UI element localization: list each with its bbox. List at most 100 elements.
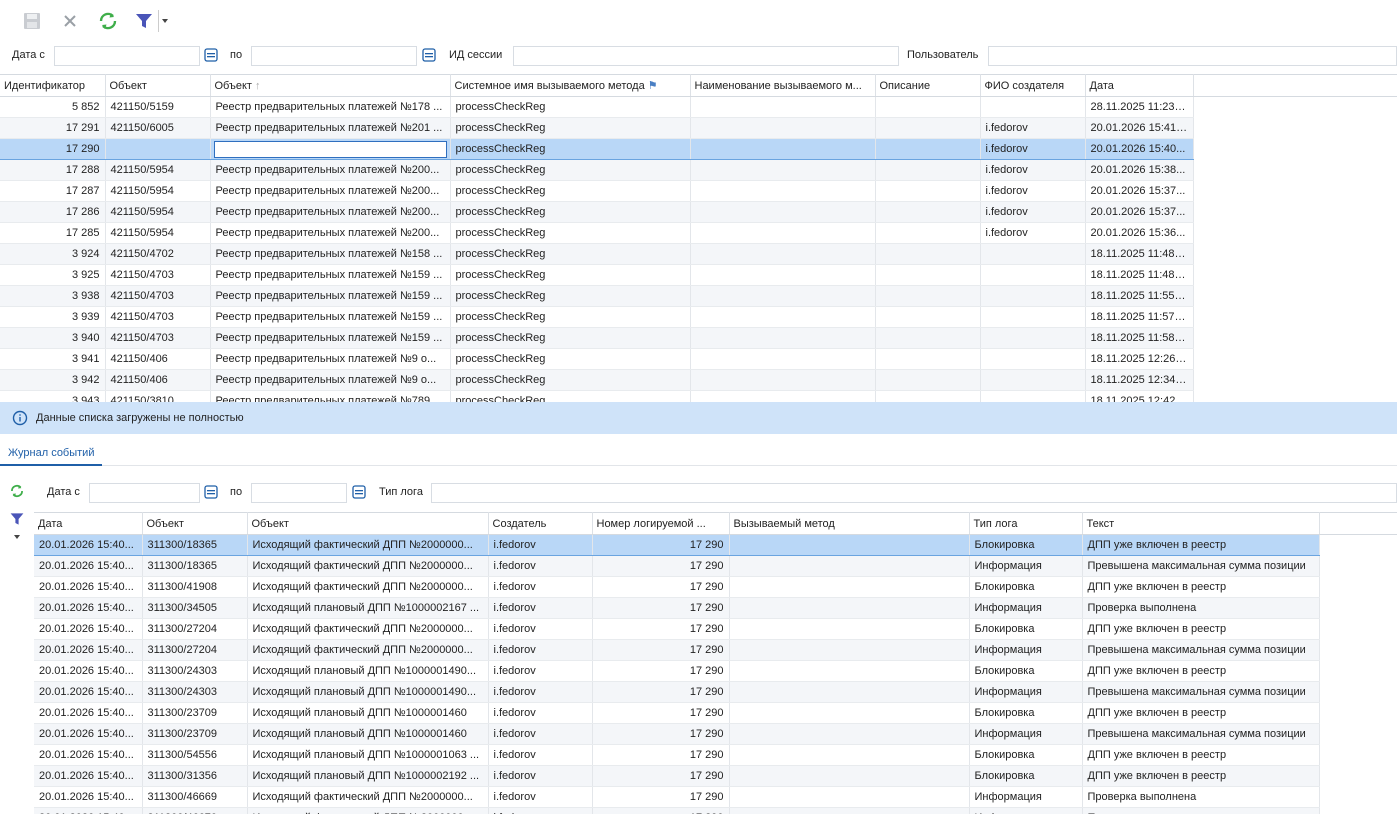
main-cell[interactable] [875, 222, 981, 244]
column-header-creator[interactable]: ФИО создателя [980, 74, 1086, 97]
main-cell[interactable]: processCheckReg [450, 201, 691, 223]
log-column-header-log-type[interactable]: Тип лога [969, 512, 1083, 535]
log-cell[interactable]: Исходящий фактический ДПП №2000000... [247, 534, 489, 556]
main-cell[interactable] [980, 285, 1086, 307]
log-cell[interactable]: i.fedorov [488, 807, 593, 814]
main-cell[interactable] [875, 96, 981, 118]
log-cell[interactable]: 20.01.2026 15:40... [34, 639, 143, 661]
main-cell[interactable]: 18.11.2025 11:58:23 [1085, 327, 1194, 349]
log-row[interactable]: 20.01.2026 15:40... 311300/23709 Исходящий… [34, 702, 1397, 724]
log-cell[interactable]: 17 290 [592, 660, 730, 682]
log-cell[interactable]: i.fedorov [488, 660, 593, 682]
log-cell[interactable]: Исходящий фактический ДПП №2000000... [247, 618, 489, 640]
log-cell[interactable]: 17 290 [592, 723, 730, 745]
log-cell[interactable]: 311300/46670 [142, 807, 248, 814]
log-cell[interactable] [729, 639, 970, 661]
log-cell[interactable]: Исходящий фактический ДПП №2000000... [247, 807, 489, 814]
log-cell[interactable]: 20.01.2026 15:40... [34, 576, 143, 598]
log-cell[interactable]: Исходящий плановый ДПП №1000002192 ... [247, 765, 489, 787]
column-header-description[interactable]: Описание [875, 74, 981, 97]
main-cell[interactable] [690, 117, 876, 139]
main-cell[interactable] [875, 348, 981, 370]
main-row[interactable]: 3 924 421150/4702 Реестр предварительных п… [0, 243, 1397, 265]
main-cell[interactable] [875, 201, 981, 223]
main-cell[interactable] [690, 390, 876, 402]
log-cell[interactable]: Блокировка [969, 702, 1083, 724]
main-cell[interactable]: 421150/5159 [105, 96, 211, 118]
main-cell[interactable] [980, 390, 1086, 402]
main-cell[interactable]: 421150/5954 [105, 201, 211, 223]
log-row[interactable]: 20.01.2026 15:40... 311300/23709 Исходящий… [34, 723, 1397, 745]
main-row[interactable]: 17 291 421150/6005 Реестр предварительных … [0, 117, 1397, 139]
main-cell[interactable]: i.fedorov [980, 138, 1086, 160]
log-cell[interactable]: Проверка выполнена [1082, 807, 1320, 814]
log-cell[interactable]: i.fedorov [488, 576, 593, 598]
main-cell[interactable] [875, 390, 981, 402]
main-cell[interactable]: 20.01.2026 15:36... [1085, 222, 1194, 244]
log-cell[interactable]: 17 290 [592, 639, 730, 661]
main-cell[interactable]: 421150/4703 [105, 306, 211, 328]
log-cell[interactable]: 311300/41908 [142, 576, 248, 598]
log-cell[interactable]: 311300/54556 [142, 744, 248, 766]
main-cell[interactable]: processCheckReg [450, 264, 691, 286]
log-cell[interactable] [729, 765, 970, 787]
log-row[interactable]: 20.01.2026 15:40...311300/46670Исходящий… [34, 807, 1397, 814]
log-cell[interactable]: 17 290 [592, 765, 730, 787]
log-column-header-object-name[interactable]: Объект [247, 512, 489, 535]
main-cell[interactable]: 17 286 [0, 201, 106, 223]
log-cell[interactable]: ДПП уже включен в реестр [1082, 744, 1320, 766]
main-cell[interactable]: Реестр предварительных платежей №9 о... [210, 348, 451, 370]
main-cell[interactable] [980, 243, 1086, 265]
log-cell[interactable]: Блокировка [969, 765, 1083, 787]
main-cell[interactable]: Реестр предварительных платежей №200... [210, 222, 451, 244]
log-cell[interactable]: Информация [969, 681, 1083, 703]
main-cell[interactable]: Реестр предварительных платежей №159 ... [210, 327, 451, 349]
log-cell[interactable]: 311300/18365 [142, 555, 248, 577]
main-cell[interactable]: 17 285 [0, 222, 106, 244]
main-cell[interactable] [210, 138, 451, 160]
main-row[interactable]: 17 285 421150/5954 Реестр предварительных … [0, 222, 1397, 244]
log-cell[interactable]: 311300/24303 [142, 681, 248, 703]
main-cell[interactable]: processCheckReg [450, 180, 691, 202]
main-row[interactable]: 3 940 421150/4703 Реестр предварительных п… [0, 327, 1397, 349]
log-cell[interactable]: 17 290 [592, 807, 730, 814]
log-cell[interactable]: 311300/34505 [142, 597, 248, 619]
log-cell[interactable]: Информация [969, 723, 1083, 745]
main-cell[interactable]: 18.11.2025 12:26:17 [1085, 348, 1194, 370]
main-cell[interactable]: processCheckReg [450, 117, 691, 139]
main-cell[interactable]: 421150/4703 [105, 327, 211, 349]
log-cell[interactable]: Превышена максимальная сумма позиции [1082, 723, 1320, 745]
main-cell[interactable] [690, 96, 876, 118]
log-cell[interactable]: i.fedorov [488, 765, 593, 787]
log-cell[interactable]: Исходящий фактический ДПП №2000000... [247, 555, 489, 577]
log-row[interactable]: 20.01.2026 15:40... 311300/24303 Исходящий… [34, 660, 1397, 682]
log-cell[interactable]: i.fedorov [488, 534, 593, 556]
save-icon[interactable] [20, 9, 44, 33]
log-cell[interactable]: Превышена максимальная сумма позиции [1082, 555, 1320, 577]
log-cell[interactable]: Информация [969, 555, 1083, 577]
main-cell[interactable] [875, 159, 981, 181]
log-cell[interactable]: Исходящий плановый ДПП №1000001490... [247, 681, 489, 703]
main-cell[interactable]: Реестр предварительных платежей №159 ... [210, 264, 451, 286]
log-cell[interactable]: 311300/46669 [142, 786, 248, 808]
log-cell[interactable]: 311300/27204 [142, 618, 248, 640]
main-cell[interactable] [875, 180, 981, 202]
main-cell[interactable]: 421150/5954 [105, 159, 211, 181]
log-cell[interactable]: 17 290 [592, 597, 730, 619]
log-cell[interactable]: 17 290 [592, 576, 730, 598]
log-cell[interactable]: Превышена максимальная сумма позиции [1082, 681, 1320, 703]
main-cell[interactable] [690, 180, 876, 202]
main-cell[interactable]: processCheckReg [450, 327, 691, 349]
refresh-icon[interactable] [96, 9, 120, 33]
log-row[interactable]: 20.01.2026 15:40... 311300/34505 Исходящий… [34, 597, 1397, 619]
calendar-icon[interactable] [204, 47, 220, 64]
main-cell[interactable]: Реестр предварительных платежей №178 ... [210, 96, 451, 118]
main-cell[interactable]: 18.11.2025 11:48:07 [1085, 243, 1194, 265]
log-cell[interactable]: 20.01.2026 15:40... [34, 618, 143, 640]
main-cell[interactable] [875, 285, 981, 307]
main-cell[interactable]: Реестр предварительных платежей №200... [210, 180, 451, 202]
log-cell[interactable] [729, 660, 970, 682]
column-header-method-system-name[interactable]: Системное имя вызываемого метода ⚑ [450, 74, 691, 97]
main-cell[interactable]: i.fedorov [980, 180, 1086, 202]
main-cell[interactable]: 421150/4702 [105, 243, 211, 265]
